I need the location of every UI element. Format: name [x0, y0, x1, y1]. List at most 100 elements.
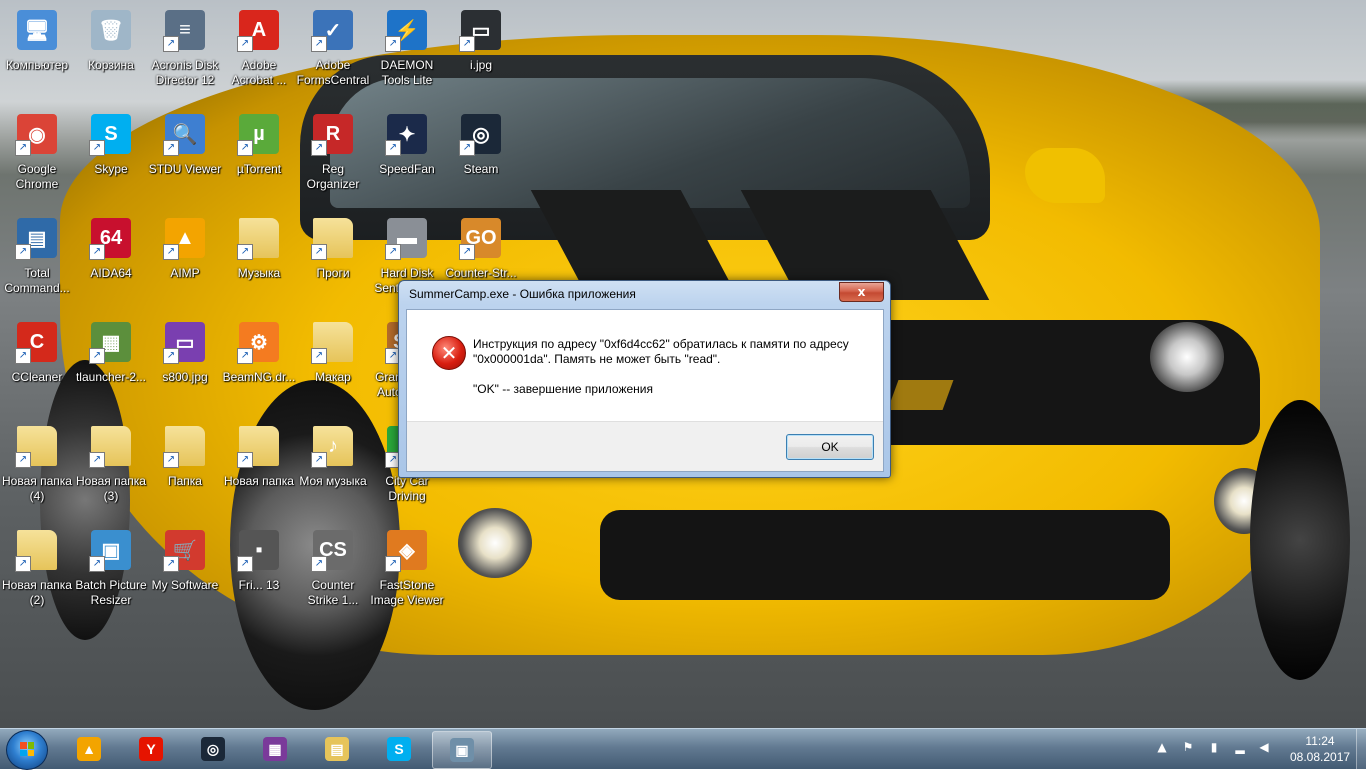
taskbar-button[interactable]: S — [370, 731, 428, 767]
folder-icon: ↗ — [235, 214, 283, 262]
wallpaper-emblem — [887, 380, 954, 410]
faststone-icon: ◈ ↗ — [383, 526, 431, 574]
shortcut-arrow-icon: ↗ — [311, 140, 327, 156]
desktop-icon[interactable]: ≡ ↗ Acronis Disk Director 12 — [148, 0, 222, 100]
taskbar: ▲ Y ◎ ▦ ▤ S ▣ ▲ ⚑ ▮ ▂ ◀ 11:24 08.08.2017 — [0, 728, 1366, 770]
minecraft-icon: ▦ ↗ — [87, 318, 135, 366]
aimp-icon: ▲ — [77, 737, 101, 761]
desktop-icon[interactable]: ✦ ↗ SpeedFan — [370, 104, 444, 204]
wallpaper-fog-lamp — [458, 508, 532, 578]
shortcut-arrow-icon: ↗ — [15, 140, 31, 156]
show-desktop-button[interactable] — [1356, 729, 1366, 769]
desktop-icon[interactable]: ▤ ↗ Total Command... — [0, 208, 74, 308]
desktop-icon[interactable]: A ↗ Adobe Acrobat ... — [222, 0, 296, 100]
show-hidden-icons-icon[interactable]: ▲ — [1155, 739, 1169, 755]
desktop-icon[interactable]: ▭ ↗ s800.jpg — [148, 312, 222, 412]
desktop-icon[interactable]: 🛒 ↗ My Software — [148, 520, 222, 620]
error-message-ok: "OK" -- завершение приложения — [473, 382, 653, 396]
desktop-icon-label: Fri... 13 — [238, 578, 280, 592]
shortcut-arrow-icon: ↗ — [89, 140, 105, 156]
desktop-icon[interactable]: ▲ ↗ AIMP — [148, 208, 222, 308]
desktop-icon[interactable]: ↗ Проги — [296, 208, 370, 308]
desktop-icon[interactable]: ▪ ↗ Fri... 13 — [222, 520, 296, 620]
taskbar-button[interactable]: ▣ — [432, 731, 492, 769]
desktop-icon[interactable]: ↗ Новая папка (2) — [0, 520, 74, 620]
shopping-cart-icon: 🛒 ↗ — [161, 526, 209, 574]
desktop-icon[interactable]: 🔍 ↗ STDU Viewer — [148, 104, 222, 204]
desktop-icon-label: tlauncher-2... — [75, 370, 147, 384]
desktop-icon[interactable]: ◈ ↗ FastStone Image Viewer — [370, 520, 444, 620]
ok-button[interactable]: OK — [786, 434, 874, 460]
desktop-icon[interactable]: CS ↗ Counter Strike 1... — [296, 520, 370, 620]
desktop-icon-label: Total Command... — [4, 266, 70, 295]
desktop-icon[interactable]: 🖥 Компьютер — [0, 0, 74, 100]
desktop-icon[interactable]: ↗ Новая папка (4) — [0, 416, 74, 516]
desktop-icon[interactable]: ♪ ↗ Моя музыка — [296, 416, 370, 516]
desktop-icon[interactable]: ⚙ ↗ BeamNG.dr... — [222, 312, 296, 412]
desktop-icon[interactable]: 🗑 Корзина — [74, 0, 148, 100]
desktop-icon[interactable]: ↗ Макар — [296, 312, 370, 412]
desktop-icon[interactable]: ↗ Новая папка (3) — [74, 416, 148, 516]
daemon-tools-icon: ⚡ ↗ — [383, 6, 431, 54]
close-button[interactable]: x — [839, 282, 884, 302]
desktop-icon-label: AIMP — [170, 266, 200, 280]
shortcut-arrow-icon: ↗ — [163, 140, 179, 156]
desktop-icon[interactable]: C ↗ CCleaner — [0, 312, 74, 412]
shortcut-arrow-icon: ↗ — [89, 556, 105, 572]
desktop-icon-label: Adobe Acrobat ... — [231, 58, 287, 87]
shortcut-arrow-icon: ↗ — [15, 452, 31, 468]
computer-icon: 🖥 — [13, 6, 61, 54]
desktop-icon-label: Макар — [315, 370, 351, 384]
start-button[interactable] — [6, 730, 48, 770]
shortcut-arrow-icon: ↗ — [237, 140, 253, 156]
error-message-line: "0x000001da". Память не может быть "read… — [473, 352, 721, 366]
volume-icon[interactable]: ◀ — [1257, 739, 1271, 755]
desktop-icon[interactable]: ↗ Папка — [148, 416, 222, 516]
desktop-icon[interactable]: ◉ ↗ Google Chrome — [0, 104, 74, 204]
device-icon[interactable]: ▮ — [1207, 739, 1221, 755]
desktop-icon[interactable]: R ↗ Reg Organizer — [296, 104, 370, 204]
network-signal-icon[interactable]: ▂ — [1233, 739, 1247, 755]
taskbar-button[interactable]: ◎ — [184, 731, 242, 767]
shortcut-arrow-icon: ↗ — [89, 244, 105, 260]
desktop-icon-label: i.jpg — [469, 58, 492, 72]
folder-icon: ↗ — [87, 422, 135, 470]
total-commander-icon: ▤ ↗ — [13, 214, 61, 262]
taskbar-button[interactable]: Y — [122, 731, 180, 767]
speedfan-icon: ✦ ↗ — [383, 110, 431, 158]
shortcut-arrow-icon: ↗ — [237, 348, 253, 364]
desktop-icon[interactable]: ▭ ↗ i.jpg — [444, 0, 518, 100]
taskbar-button[interactable]: ▤ — [308, 731, 366, 767]
desktop-icon[interactable]: S ↗ Skype — [74, 104, 148, 204]
taskbar-button[interactable]: ▲ — [60, 731, 118, 767]
shortcut-arrow-icon: ↗ — [237, 244, 253, 260]
desktop-icon[interactable]: ▣ ↗ Batch Picture Resizer — [74, 520, 148, 620]
acronis-icon: ≡ ↗ — [161, 6, 209, 54]
taskbar-button[interactable]: ▦ — [246, 731, 304, 767]
desktop-icon[interactable]: ▦ ↗ tlauncher-2... — [74, 312, 148, 412]
action-center-flag-icon[interactable]: ⚑ — [1181, 739, 1195, 755]
game-icon: ▪ ↗ — [235, 526, 283, 574]
shortcut-arrow-icon: ↗ — [385, 244, 401, 260]
desktop-icon-label: Reg Organizer — [306, 162, 360, 191]
desktop-icon[interactable]: 64 ↗ AIDA64 — [74, 208, 148, 308]
desktop-icon[interactable]: ↗ Новая папка — [222, 416, 296, 516]
shortcut-arrow-icon: ↗ — [311, 244, 327, 260]
desktop-icon-label: SpeedFan — [379, 162, 435, 176]
desktop-icon-label: Counter Strike 1... — [307, 578, 359, 607]
shortcut-arrow-icon: ↗ — [163, 556, 179, 572]
desktop-icon-label: Папка — [168, 474, 202, 488]
desktop-icon-label: Музыка — [237, 266, 281, 280]
steam-icon: ◎ ↗ — [457, 110, 505, 158]
desktop-icon[interactable]: ⚡ ↗ DAEMON Tools Lite — [370, 0, 444, 100]
dialog-body: ✕ Инструкция по адресу "0xf6d4cc62" обра… — [406, 309, 884, 472]
desktop-icon-label: Новая папка (4) — [2, 474, 72, 503]
ccleaner-icon: C ↗ — [13, 318, 61, 366]
shortcut-arrow-icon: ↗ — [459, 244, 475, 260]
clock[interactable]: 11:24 08.08.2017 — [1290, 733, 1350, 765]
desktop-icon[interactable]: µ ↗ µTorrent — [222, 104, 296, 204]
yandex-browser-icon: Y — [139, 737, 163, 761]
desktop-icon[interactable]: ◎ ↗ Steam — [444, 104, 518, 204]
desktop-icon[interactable]: ↗ Музыка — [222, 208, 296, 308]
desktop-icon[interactable]: ✓ ↗ Adobe FormsCentral — [296, 0, 370, 100]
